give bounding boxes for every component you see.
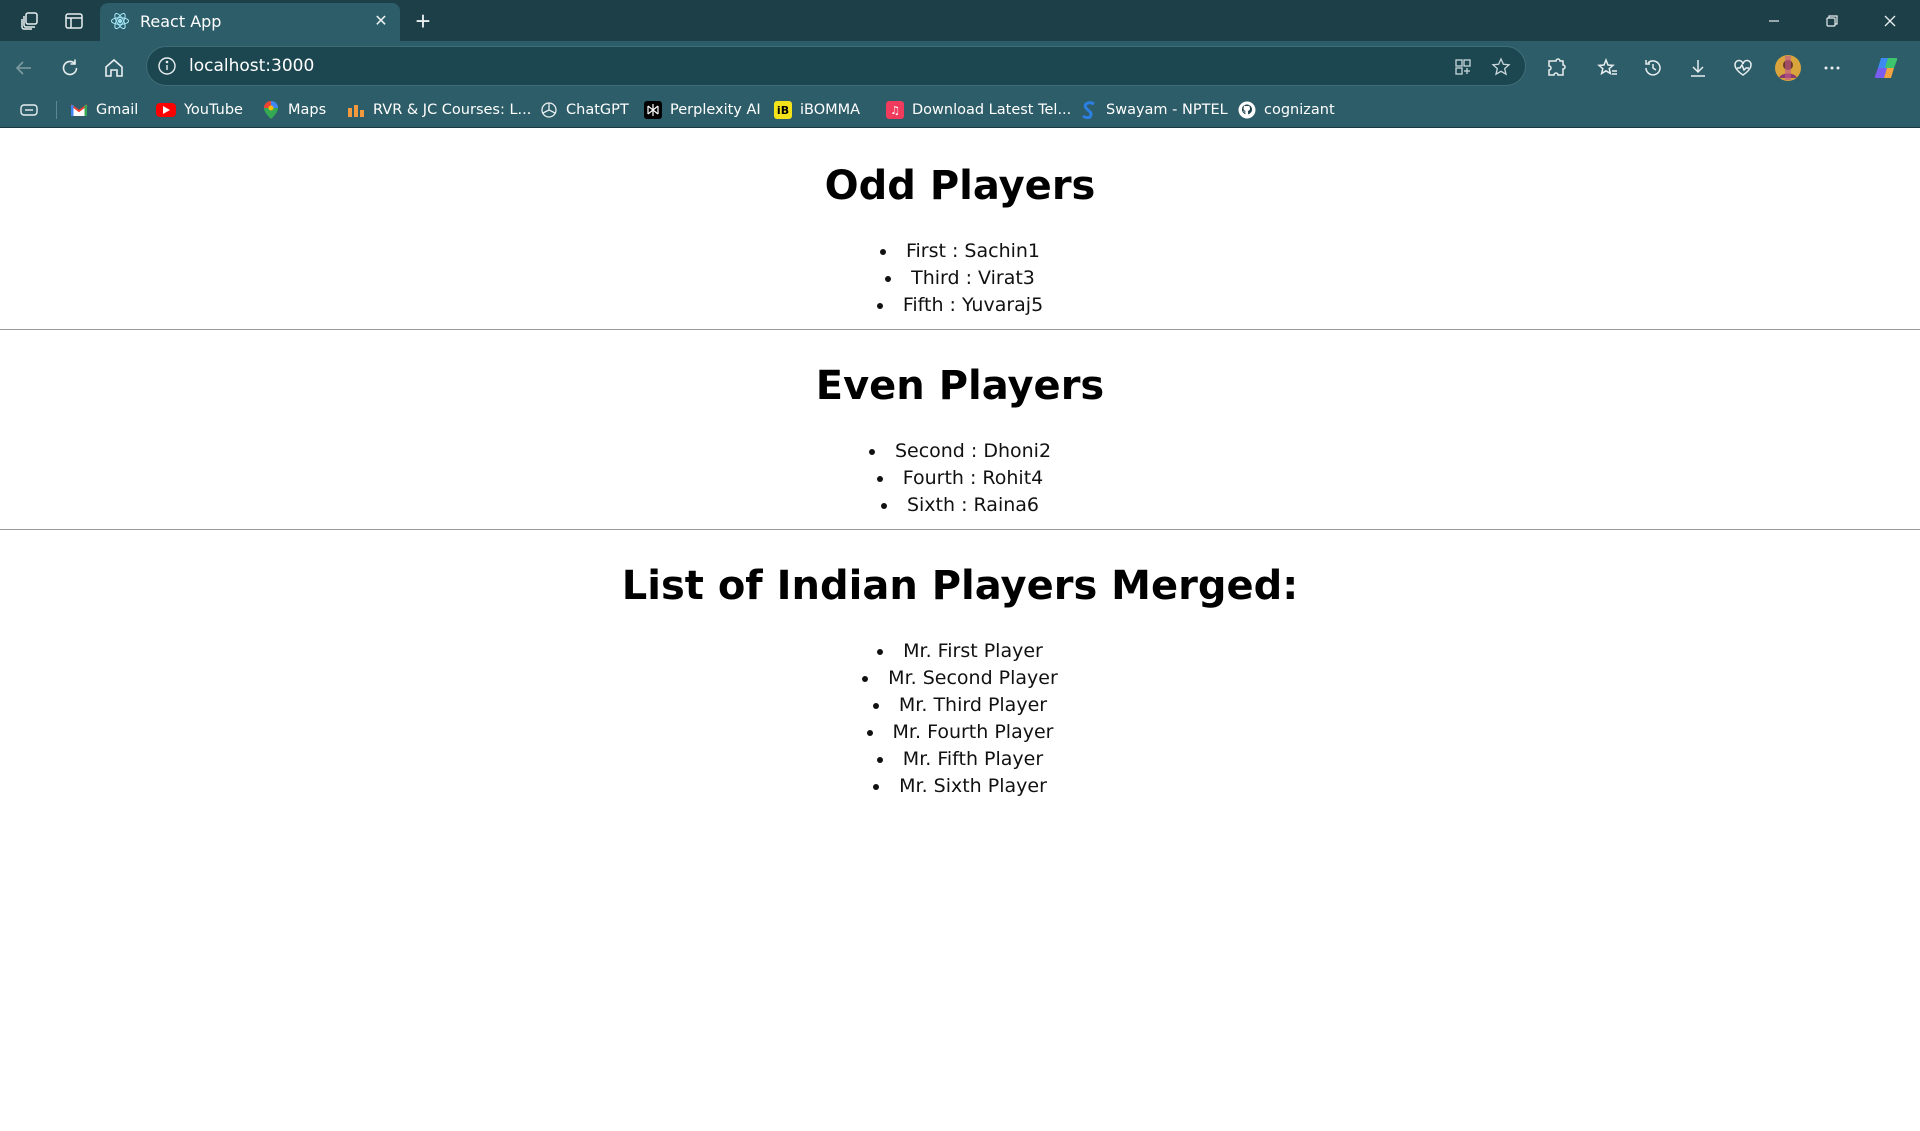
vertical-tabs-icon[interactable] (60, 7, 88, 35)
refresh-icon[interactable] (54, 52, 86, 84)
tab-title: React App (140, 12, 222, 31)
bookmark-chatgpt[interactable]: ChatGPT (540, 98, 629, 122)
bookmark-swayam[interactable]: Swayam - NPTEL (1080, 98, 1228, 122)
workspaces-icon[interactable] (16, 7, 44, 35)
bookmark-label: Swayam - NPTEL (1106, 102, 1228, 118)
bookmark-download-latest[interactable]: ♫ Download Latest Tel... (886, 98, 1071, 122)
swayam-icon (1080, 101, 1098, 119)
perplexity-icon (644, 101, 662, 119)
list-item: Second : Dhoni2 (0, 438, 1920, 465)
extensions-icon[interactable] (1540, 52, 1572, 84)
list-item: Mr. Sixth Player (0, 773, 1920, 800)
profile-avatar[interactable] (1772, 52, 1804, 84)
copilot-icon[interactable] (1870, 52, 1902, 84)
odd-players-section: Odd Players First : Sachin1 Third : Vira… (0, 129, 1920, 319)
app-available-icon[interactable] (1451, 55, 1475, 79)
bookmark-label: iBOMMA (800, 102, 861, 118)
chatgpt-icon (540, 101, 558, 119)
bookmarks-divider (56, 101, 57, 119)
back-icon[interactable] (8, 52, 40, 84)
even-players-section: Even Players Second : Dhoni2 Fourth : Ro… (0, 330, 1920, 519)
restore-icon[interactable] (1803, 0, 1861, 41)
tab-strip: React App ✕ + (0, 0, 1920, 41)
list-item: Mr. Fourth Player (0, 719, 1920, 746)
gmail-icon (70, 101, 88, 119)
address-bar[interactable]: localhost:3000 (146, 46, 1526, 86)
merged-players-heading: List of Indian Players Merged: (621, 563, 1299, 609)
music-icon: ♫ (886, 101, 904, 119)
bookmark-cognizant[interactable]: cognizant (1238, 98, 1335, 122)
bookmark-label: Download Latest Tel... (912, 102, 1072, 118)
maps-icon (262, 101, 280, 119)
browser-chrome: React App ✕ + localhost:3000 Gmail YouTu… (0, 0, 1920, 128)
collections-icon[interactable] (18, 98, 40, 122)
more-options-icon[interactable] (1816, 52, 1848, 84)
courses-icon (347, 101, 365, 119)
list-item: Sixth : Raina6 (0, 492, 1920, 519)
browser-essentials-icon[interactable] (1727, 52, 1759, 84)
bookmarks-bar: Gmail YouTube Maps RVR & JC Courses: L..… (0, 93, 1920, 128)
merged-players-list: Mr. First Player Mr. Second Player Mr. T… (0, 638, 1920, 800)
minimize-icon[interactable] (1745, 0, 1803, 41)
list-item: Fifth : Yuvaraj5 (0, 292, 1920, 319)
bookmark-label: Maps (288, 102, 327, 118)
home-icon[interactable] (98, 52, 130, 84)
list-item: Fourth : Rohit4 (0, 465, 1920, 492)
bookmark-ibomma[interactable]: iB iBOMMA (774, 98, 860, 122)
list-item: Mr. Fifth Player (0, 746, 1920, 773)
favorites-icon[interactable] (1592, 52, 1624, 84)
list-item: Mr. Second Player (0, 665, 1920, 692)
ibomma-icon: iB (774, 101, 792, 119)
list-item: First : Sachin1 (0, 238, 1920, 265)
list-item: Third : Virat3 (0, 265, 1920, 292)
bookmark-label: YouTube (184, 102, 243, 118)
new-tab-icon[interactable]: + (408, 6, 438, 36)
page-content: Odd Players First : Sachin1 Third : Vira… (0, 129, 1920, 1131)
downloads-icon[interactable] (1682, 52, 1714, 84)
even-players-list: Second : Dhoni2 Fourth : Rohit4 Sixth : … (0, 438, 1920, 519)
window-close-icon[interactable] (1861, 0, 1919, 41)
even-players-heading: Even Players (815, 363, 1105, 409)
bookmark-perplexity[interactable]: Perplexity AI (644, 98, 761, 122)
tab-react-app[interactable]: React App ✕ (100, 3, 400, 41)
list-item: Mr. Third Player (0, 692, 1920, 719)
odd-players-list: First : Sachin1 Third : Virat3 Fifth : Y… (0, 238, 1920, 319)
react-icon (110, 11, 130, 31)
bookmark-label: Gmail (96, 102, 139, 118)
bookmark-rvr-jc-courses[interactable]: RVR & JC Courses: L... (347, 98, 531, 122)
bookmark-label: ChatGPT (566, 102, 629, 118)
bookmark-youtube[interactable]: YouTube (156, 98, 243, 122)
url-text: localhost:3000 (189, 56, 315, 76)
bookmark-label: Perplexity AI (670, 102, 761, 118)
list-item: Mr. First Player (0, 638, 1920, 665)
close-icon[interactable]: ✕ (370, 10, 392, 32)
site-info-icon[interactable] (157, 56, 177, 76)
github-icon (1238, 101, 1256, 119)
navigation-bar: localhost:3000 (0, 41, 1920, 93)
bookmark-label: cognizant (1264, 102, 1335, 118)
bookmark-gmail[interactable]: Gmail (70, 98, 138, 122)
youtube-icon (156, 103, 176, 117)
history-icon[interactable] (1637, 52, 1669, 84)
merged-players-section: List of Indian Players Merged: Mr. First… (0, 530, 1920, 800)
favorite-star-icon[interactable] (1489, 55, 1513, 79)
bookmark-label: RVR & JC Courses: L... (373, 102, 532, 118)
odd-players-heading: Odd Players (824, 163, 1096, 209)
bookmark-maps[interactable]: Maps (262, 98, 326, 122)
